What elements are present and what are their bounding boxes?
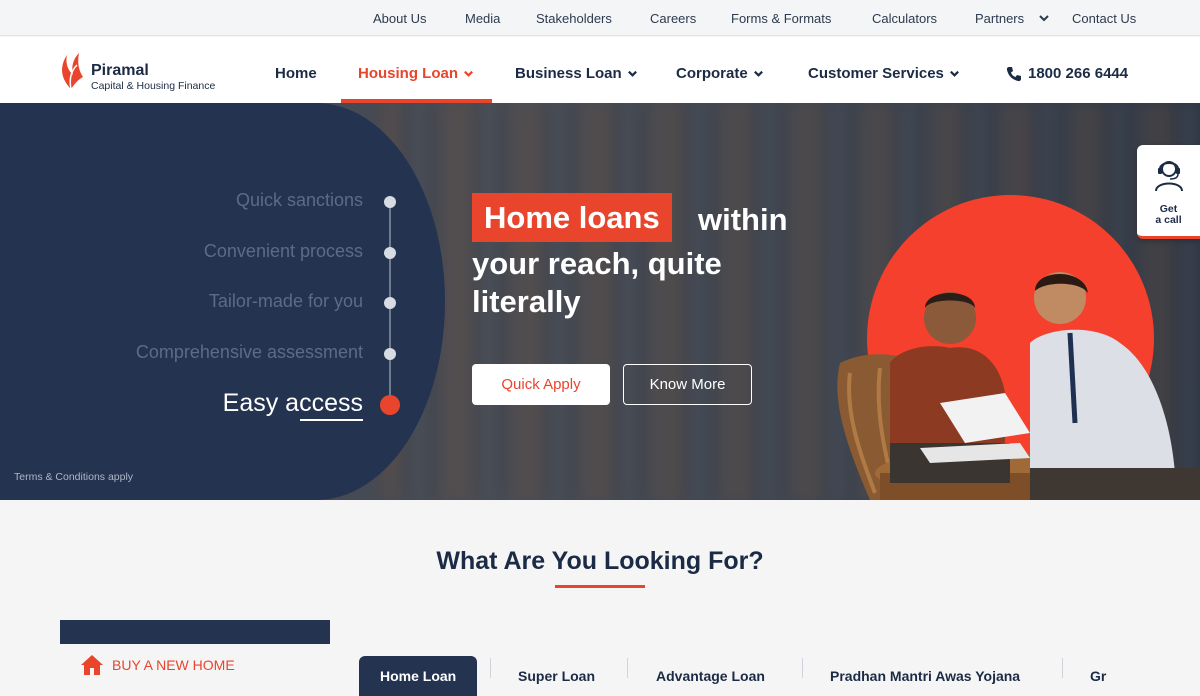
hero-banner: Quick sanctions Convenient process Tailo… <box>0 103 1200 500</box>
step-dot[interactable] <box>384 247 396 259</box>
phone-number-link[interactable]: 1800 266 6444 <box>1006 65 1128 82</box>
tab-advantage-loan[interactable]: Advantage Loan <box>656 656 765 696</box>
chevron-down-icon <box>949 70 959 77</box>
nav-item-home[interactable]: Home <box>275 65 317 82</box>
step-easy-access[interactable]: Easy access <box>223 389 363 418</box>
nav-item-label: Business Loan <box>515 65 622 82</box>
hero-people-illustration <box>837 272 1200 500</box>
tab-separator <box>802 658 803 678</box>
step-dot-active[interactable] <box>380 395 400 415</box>
step-convenient-process[interactable]: Convenient process <box>204 241 363 262</box>
chevron-down-icon[interactable] <box>1038 12 1050 24</box>
topbar-link-stakeholders[interactable]: Stakeholders <box>536 11 612 26</box>
tab-pmay[interactable]: Pradhan Mantri Awas Yojana <box>830 656 1020 696</box>
phone-number: 1800 266 6444 <box>1028 65 1129 82</box>
chevron-down-icon <box>627 70 637 77</box>
brand-tagline: Capital & Housing Finance <box>91 80 216 92</box>
buy-new-home-label: BUY A NEW HOME <box>112 657 235 673</box>
quick-apply-button[interactable]: Quick Apply <box>472 364 610 405</box>
tab-home-loan[interactable]: Home Loan <box>359 656 478 696</box>
headline-line-2: your reach, quite <box>472 246 722 281</box>
section-title-underline <box>555 585 645 588</box>
nav-item-customer-services[interactable]: Customer Services <box>808 65 960 82</box>
topbar-link-forms-formats[interactable]: Forms & Formats <box>731 11 831 26</box>
topbar-link-about-us[interactable]: About Us <box>373 11 426 26</box>
product-card-header <box>60 620 330 644</box>
chevron-down-icon <box>464 70 473 77</box>
topbar-link-careers[interactable]: Careers <box>650 11 696 26</box>
know-more-button[interactable]: Know More <box>623 364 752 405</box>
main-navigation: Piramal Capital & Housing Finance Home H… <box>0 37 1200 103</box>
nav-item-housing-loan[interactable]: Housing Loan <box>358 65 474 82</box>
top-utility-bar: About Us Media Stakeholders Careers Form… <box>0 0 1200 36</box>
home-icon <box>81 655 103 675</box>
step-dot[interactable] <box>384 196 396 208</box>
headline-highlight: Home loans <box>472 193 672 242</box>
tab-partial[interactable]: Gr <box>1090 656 1106 696</box>
headline-line-3: literally <box>472 284 581 319</box>
customer-support-icon <box>1155 161 1183 192</box>
tab-separator <box>627 658 628 678</box>
get-a-call-line-2: a call <box>1155 214 1182 226</box>
step-dot[interactable] <box>384 297 396 309</box>
brand-logo[interactable]: Piramal Capital & Housing Finance <box>57 49 237 93</box>
section-title: What Are You Looking For? <box>436 547 764 575</box>
topbar-link-media[interactable]: Media <box>465 11 500 26</box>
tab-separator <box>490 658 491 678</box>
step-tailor-made[interactable]: Tailor-made for you <box>209 291 363 312</box>
topbar-link-calculators[interactable]: Calculators <box>872 11 937 26</box>
loan-type-tabs: Home Loan Super Loan Advantage Loan Prad… <box>359 656 1200 696</box>
nav-item-label: Housing Loan <box>358 65 458 82</box>
headline-word: within <box>698 202 788 237</box>
nav-item-label: Corporate <box>676 65 748 82</box>
active-step-underline <box>300 419 363 421</box>
brand-name: Piramal <box>91 62 149 79</box>
step-quick-sanctions[interactable]: Quick sanctions <box>236 190 363 211</box>
topbar-link-contact-us[interactable]: Contact Us <box>1072 11 1136 26</box>
topbar-link-partners[interactable]: Partners <box>975 11 1024 26</box>
step-dot[interactable] <box>384 348 396 360</box>
tab-separator <box>1062 658 1063 678</box>
buy-new-home-link[interactable]: BUY A NEW HOME <box>80 654 235 676</box>
nav-item-label: Customer Services <box>808 65 944 82</box>
nav-item-label: Home <box>275 65 317 82</box>
tab-super-loan[interactable]: Super Loan <box>518 656 595 696</box>
nav-item-business-loan[interactable]: Business Loan <box>515 65 638 82</box>
chevron-down-icon <box>753 70 763 77</box>
piramal-logo-mark <box>62 53 83 90</box>
step-comprehensive-assessment[interactable]: Comprehensive assessment <box>136 342 363 363</box>
nav-item-corporate[interactable]: Corporate <box>676 65 764 82</box>
phone-icon <box>1006 66 1021 81</box>
terms-note[interactable]: Terms & Conditions apply <box>14 471 133 483</box>
get-a-call-widget[interactable]: Get a call <box>1137 145 1200 239</box>
